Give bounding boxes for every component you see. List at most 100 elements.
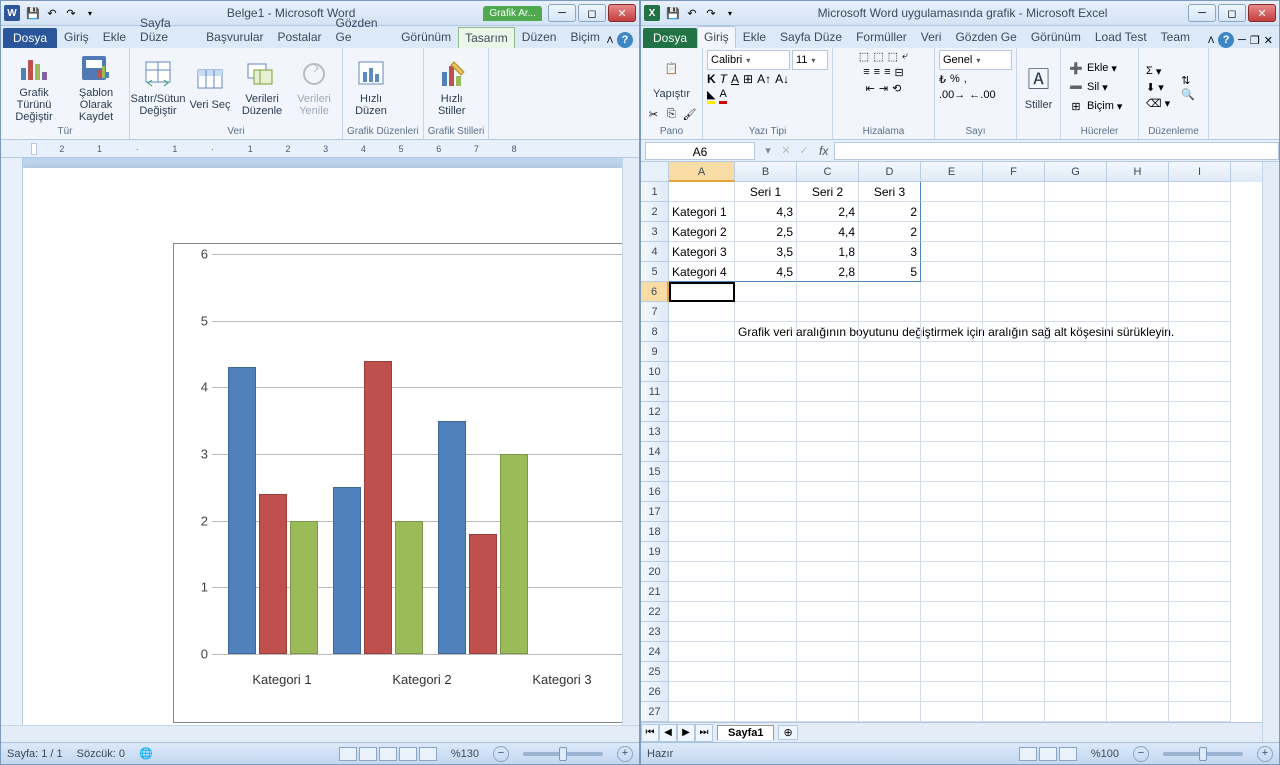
cell-I15[interactable] <box>1169 462 1231 482</box>
row-header[interactable]: 15 <box>641 462 669 482</box>
cell-B26[interactable] <box>735 682 797 702</box>
bar-seri-1[interactable] <box>438 421 466 654</box>
tab-veri[interactable]: Veri <box>914 26 949 48</box>
redo-icon[interactable]: ↷ <box>702 4 720 22</box>
cell-C12[interactable] <box>797 402 859 422</box>
align-top-icon[interactable]: ⬚ <box>859 50 869 63</box>
decrease-decimal-icon[interactable]: ←.00 <box>969 89 995 101</box>
cell-C25[interactable] <box>797 662 859 682</box>
zoom-in-button[interactable]: + <box>617 746 633 762</box>
prev-sheet-icon[interactable]: ◀ <box>659 724 677 742</box>
cell-D2[interactable]: 2 <box>859 202 921 222</box>
cell-E1[interactable] <box>921 182 983 202</box>
cell-B15[interactable] <box>735 462 797 482</box>
cell-H14[interactable] <box>1107 442 1169 462</box>
cell-E13[interactable] <box>921 422 983 442</box>
border-icon[interactable]: ⊞ <box>743 72 753 86</box>
tab-load-test[interactable]: Load Test <box>1088 26 1154 48</box>
tab-gozden-gecir[interactable]: Gözden Ge <box>329 12 395 48</box>
cell-B12[interactable] <box>735 402 797 422</box>
vertical-ruler[interactable] <box>1 158 23 725</box>
align-center-icon[interactable]: ≡ <box>874 66 880 79</box>
minimize-button[interactable]: ─ <box>1188 4 1216 22</box>
cell-G17[interactable] <box>1045 502 1107 522</box>
cell-I9[interactable] <box>1169 342 1231 362</box>
zoom-slider[interactable] <box>523 752 603 756</box>
increase-font-icon[interactable]: A↑ <box>757 72 771 86</box>
cell-B25[interactable] <box>735 662 797 682</box>
cell-I24[interactable] <box>1169 642 1231 662</box>
name-box[interactable]: A6 <box>645 142 755 160</box>
cell-E12[interactable] <box>921 402 983 422</box>
cell-H19[interactable] <box>1107 542 1169 562</box>
save-as-template-button[interactable]: Şablon Olarak Kaydet <box>67 51 125 123</box>
workbook-minimize-icon[interactable]: ─ <box>1238 34 1246 46</box>
change-chart-type-button[interactable]: Grafik Türünü Değiştir <box>5 51 63 123</box>
cell-A12[interactable] <box>669 402 735 422</box>
cell-B14[interactable] <box>735 442 797 462</box>
cell-F21[interactable] <box>983 582 1045 602</box>
fill-button[interactable]: ⬇ ▾ <box>1143 80 1173 95</box>
column-header-I[interactable]: I <box>1169 162 1231 182</box>
decrease-indent-icon[interactable]: ⇤ <box>866 82 875 95</box>
cell-D11[interactable] <box>859 382 921 402</box>
cell-H8[interactable] <box>1107 322 1169 342</box>
cell-E8[interactable] <box>921 322 983 342</box>
wrap-text-icon[interactable]: ⤶ <box>902 50 908 63</box>
cell-I1[interactable] <box>1169 182 1231 202</box>
enter-formula-icon[interactable]: ✓ <box>795 144 813 157</box>
cell-B9[interactable] <box>735 342 797 362</box>
cell-I26[interactable] <box>1169 682 1231 702</box>
tab-ekle[interactable]: Ekle <box>736 26 773 48</box>
fullscreen-view-icon[interactable] <box>359 747 377 761</box>
cell-H5[interactable] <box>1107 262 1169 282</box>
cell-B23[interactable] <box>735 622 797 642</box>
cell-E19[interactable] <box>921 542 983 562</box>
cell-E9[interactable] <box>921 342 983 362</box>
row-header[interactable]: 17 <box>641 502 669 522</box>
currency-icon[interactable]: ₺ <box>939 73 946 86</box>
orientation-icon[interactable]: ⟲ <box>892 82 901 95</box>
increase-decimal-icon[interactable]: .00→ <box>939 89 965 101</box>
tab-ekle[interactable]: Ekle <box>96 26 133 48</box>
row-header[interactable]: 27 <box>641 702 669 722</box>
cell-C23[interactable] <box>797 622 859 642</box>
font-size-select[interactable]: 11 <box>792 50 828 70</box>
formula-input[interactable] <box>834 142 1279 160</box>
delete-cells-button[interactable]: ➖Sil ▾ <box>1065 78 1125 96</box>
cell-D22[interactable] <box>859 602 921 622</box>
cell-B27[interactable] <box>735 702 797 722</box>
cell-F17[interactable] <box>983 502 1045 522</box>
row-header[interactable]: 21 <box>641 582 669 602</box>
language-icon[interactable]: 🌐 <box>139 747 153 760</box>
sheet-tab[interactable]: Sayfa1 <box>717 725 774 740</box>
cell-C8[interactable] <box>797 322 859 342</box>
cell-H24[interactable] <box>1107 642 1169 662</box>
column-header-A[interactable]: A <box>669 162 735 182</box>
cell-F11[interactable] <box>983 382 1045 402</box>
cell-F8[interactable] <box>983 322 1045 342</box>
ribbon-collapse-icon[interactable]: ᐱ <box>607 35 613 46</box>
cell-G14[interactable] <box>1045 442 1107 462</box>
cell-G11[interactable] <box>1045 382 1107 402</box>
increase-indent-icon[interactable]: ⇥ <box>879 82 888 95</box>
cell-B18[interactable] <box>735 522 797 542</box>
cell-A17[interactable] <box>669 502 735 522</box>
tab-gorunum[interactable]: Görünüm <box>394 26 458 48</box>
cell-E3[interactable] <box>921 222 983 242</box>
cell-F2[interactable] <box>983 202 1045 222</box>
cell-C14[interactable] <box>797 442 859 462</box>
cell-G27[interactable] <box>1045 702 1107 722</box>
cell-A15[interactable] <box>669 462 735 482</box>
cell-B22[interactable] <box>735 602 797 622</box>
cell-F20[interactable] <box>983 562 1045 582</box>
cell-G26[interactable] <box>1045 682 1107 702</box>
first-sheet-icon[interactable]: ⏮ <box>641 724 659 742</box>
cell-B24[interactable] <box>735 642 797 662</box>
cell-A5[interactable]: Kategori 4 <box>669 262 735 282</box>
row-header[interactable]: 22 <box>641 602 669 622</box>
row-header[interactable]: 4 <box>641 242 669 262</box>
cell-A9[interactable] <box>669 342 735 362</box>
bar-seri-2[interactable] <box>469 534 497 654</box>
select-data-button[interactable]: Veri Seç <box>186 51 234 123</box>
